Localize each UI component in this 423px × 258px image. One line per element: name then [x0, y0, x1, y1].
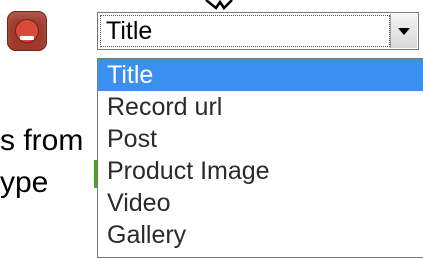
pointer-cursor-icon [205, 0, 233, 10]
dropdown-option-record-url[interactable]: Record url [98, 91, 423, 123]
chevron-down-icon [398, 28, 410, 35]
background-text-line2: ype [0, 166, 49, 199]
background-text-line1: s from [0, 124, 84, 157]
dropdown-option-title[interactable]: Title [98, 59, 423, 91]
dropdown-option-video[interactable]: Video [98, 187, 423, 219]
dropdown-option-gallery[interactable]: Gallery [98, 219, 423, 251]
dropdown-option-post[interactable]: Post [98, 123, 423, 155]
dropdown-option-product-image[interactable]: Product Image [98, 155, 423, 187]
dropdown-list: Title Record url Post Product Image Vide… [97, 58, 423, 258]
minus-bar [20, 36, 34, 40]
select-current-value: Title [106, 17, 153, 45]
dropdown-arrow-button[interactable] [390, 14, 417, 48]
field-select[interactable]: Title [97, 12, 419, 50]
remove-button[interactable] [7, 11, 47, 51]
green-indicator [94, 160, 97, 188]
